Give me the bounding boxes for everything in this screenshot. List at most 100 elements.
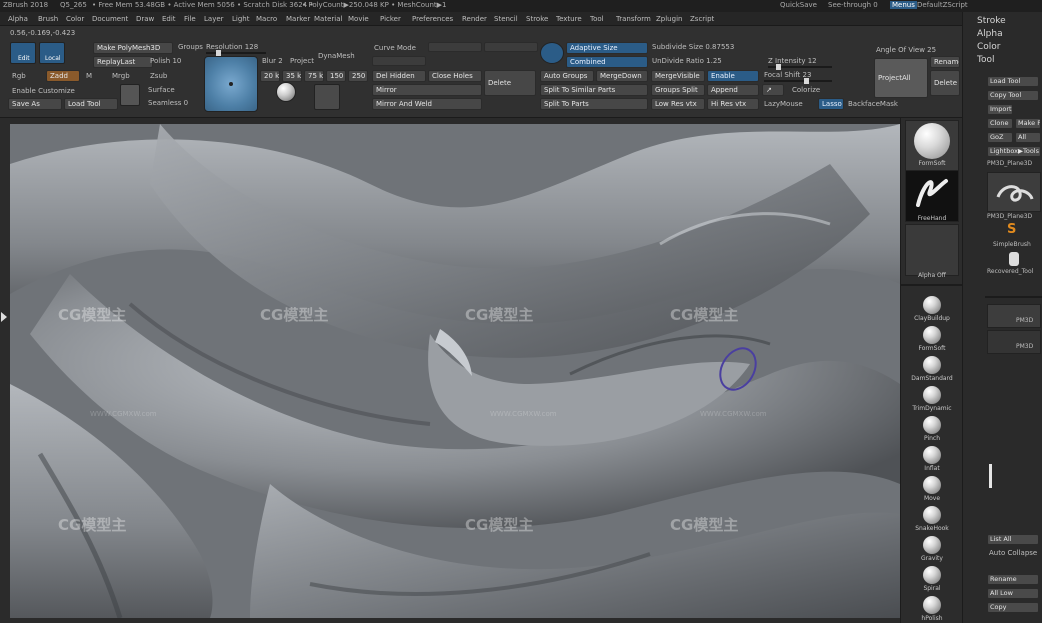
split-similar-button[interactable]: Split To Similar Parts: [540, 84, 648, 96]
load-tool-button[interactable]: Load Tool: [987, 76, 1039, 87]
see-through-slider[interactable]: See-through 0: [828, 1, 878, 9]
curve-slot-2[interactable]: [428, 42, 482, 52]
hi-res-vtx-button[interactable]: Hi Res vtx: [707, 98, 759, 110]
collapse-arrow-icon[interactable]: [1, 312, 7, 322]
menus-toggle[interactable]: Menus: [890, 1, 917, 9]
save-as-button[interactable]: Save As: [8, 98, 62, 110]
subtool-scrollbar[interactable]: [989, 464, 992, 488]
mrgb-toggle[interactable]: Mrgb: [112, 72, 130, 80]
resolution-preset-button[interactable]: 75 k: [304, 70, 324, 82]
local-button[interactable]: Local: [39, 42, 65, 64]
formsoft-brush-icon[interactable]: [923, 326, 941, 344]
damstandard-brush-icon[interactable]: [923, 356, 941, 374]
menu-item-draw[interactable]: Draw: [136, 15, 154, 23]
blur-slider[interactable]: Blur 2: [262, 57, 283, 65]
menu-item-file[interactable]: File: [184, 15, 196, 23]
menu-item-color[interactable]: Color: [66, 15, 84, 23]
trimdynamic-brush-icon[interactable]: [923, 386, 941, 404]
rename-subtool-button[interactable]: Rename: [987, 574, 1039, 585]
curve-slot-1[interactable]: [372, 56, 426, 66]
merge-visible-button[interactable]: MergeVisible: [651, 70, 705, 82]
zsub-toggle[interactable]: Zsub: [150, 72, 167, 80]
subtool-item[interactable]: PM3D: [987, 330, 1041, 354]
menu-item-alpha[interactable]: Alpha: [8, 15, 28, 23]
surface-icon[interactable]: [120, 84, 140, 106]
load-tool-button[interactable]: Load Tool: [64, 98, 118, 110]
split-parts-button[interactable]: Split To Parts: [540, 98, 648, 110]
menu-item-tool[interactable]: Tool: [590, 15, 604, 23]
colorize-label[interactable]: Colorize: [792, 86, 820, 94]
gravity-brush-icon[interactable]: [923, 536, 941, 554]
delete-button[interactable]: Delete: [484, 70, 536, 96]
pinch-brush-icon[interactable]: [923, 416, 941, 434]
make-polymesh-button[interactable]: Make P: [1015, 118, 1041, 129]
material-sphere-icon[interactable]: [276, 82, 296, 102]
menu-item-material[interactable]: Material: [314, 15, 342, 23]
alpha-slot[interactable]: [905, 224, 959, 276]
quicksave-button[interactable]: QuickSave: [780, 1, 817, 9]
polish-slider[interactable]: Polish 10: [150, 57, 181, 65]
default-zscript[interactable]: DefaultZScript: [917, 1, 968, 9]
adaptive-size-button[interactable]: Adaptive Size: [566, 42, 648, 54]
texture-slot[interactable]: [314, 84, 340, 110]
menu-item-picker[interactable]: Picker: [380, 15, 401, 23]
replay-last-button[interactable]: ReplayLast: [93, 56, 153, 68]
rgb-toggle[interactable]: Rgb: [12, 72, 26, 80]
hpolish-brush-icon[interactable]: [923, 596, 941, 614]
goz-button[interactable]: GoZ: [987, 132, 1013, 143]
resolution-preset-button[interactable]: 250 k: [348, 70, 368, 82]
list-all-button[interactable]: List All: [987, 534, 1039, 545]
subtool-item[interactable]: PM3D: [987, 304, 1041, 328]
make-polymesh-button[interactable]: Make PolyMesh3D: [93, 42, 173, 54]
append-button[interactable]: Append: [707, 84, 759, 96]
menu-item-transform[interactable]: Transform: [616, 15, 651, 23]
groups-toggle[interactable]: Groups: [178, 43, 203, 51]
rename-button[interactable]: Rename: [930, 56, 960, 68]
import-button[interactable]: Import: [987, 104, 1013, 115]
menu-item-preferences[interactable]: Preferences: [412, 15, 453, 23]
left-tray[interactable]: [0, 118, 10, 623]
tool-thumbnail-plane3d[interactable]: [987, 172, 1041, 212]
resolution-preset-button[interactable]: 35 k: [282, 70, 302, 82]
alpha-palette-tab[interactable]: Alpha: [977, 29, 1003, 39]
resolution-preset-button[interactable]: 20 k: [260, 70, 280, 82]
menu-item-edit[interactable]: Edit: [162, 15, 176, 23]
color-palette-tab[interactable]: Color: [977, 42, 1001, 52]
spiral-brush-icon[interactable]: [923, 566, 941, 584]
resolution-slider[interactable]: Resolution 128: [206, 43, 258, 51]
close-holes-button[interactable]: Close Holes: [428, 70, 482, 82]
menu-item-render[interactable]: Render: [462, 15, 487, 23]
low-res-vtx-button[interactable]: Low Res vtx: [651, 98, 705, 110]
menu-item-document[interactable]: Document: [92, 15, 128, 23]
project-all-button[interactable]: ProjectAll: [874, 58, 928, 98]
menu-item-marker[interactable]: Marker: [286, 15, 310, 23]
backface-mask-toggle[interactable]: BackfaceMask: [848, 100, 898, 108]
menu-item-light[interactable]: Light: [232, 15, 249, 23]
menu-item-zscript[interactable]: Zscript: [690, 15, 714, 23]
move-brush-icon[interactable]: [923, 476, 941, 494]
menu-item-layer[interactable]: Layer: [204, 15, 224, 23]
edit-button[interactable]: Edit: [10, 42, 36, 64]
sculpt-canvas[interactable]: CG模型主 CG模型主 CG模型主 CG模型主 CG模型主 CG模型主 CG模型…: [10, 124, 900, 618]
lightbox-tools-button[interactable]: Lightbox▶Tools: [987, 146, 1041, 157]
curve-slot-3[interactable]: [484, 42, 538, 52]
inflat-brush-icon[interactable]: [923, 446, 941, 464]
simplebrush-icon[interactable]: S: [1007, 222, 1021, 238]
dynamesh-preview-icon[interactable]: [204, 56, 258, 112]
menu-item-zplugin[interactable]: Zplugin: [656, 15, 682, 23]
stroke-palette-tab[interactable]: Stroke: [977, 16, 1006, 26]
auto-groups-button[interactable]: Auto Groups: [540, 70, 594, 82]
lazymouse-toggle[interactable]: LazyMouse: [764, 100, 803, 108]
clone-button[interactable]: Clone: [987, 118, 1013, 129]
delete-subtool-button[interactable]: Delete: [930, 70, 960, 96]
adaptive-icon[interactable]: [540, 42, 564, 64]
seamless-slider[interactable]: Seamless 0: [148, 99, 188, 107]
groups-split-button[interactable]: Groups Split: [651, 84, 705, 96]
undivide-ratio-slider[interactable]: UnDivide Ratio 1.25: [652, 57, 722, 65]
zadd-toggle[interactable]: Zadd: [46, 70, 80, 82]
merge-down-button[interactable]: MergeDown: [596, 70, 648, 82]
menu-item-macro[interactable]: Macro: [256, 15, 277, 23]
colorize-arrow-icon[interactable]: ↗: [762, 84, 784, 96]
auto-collapse-toggle[interactable]: Auto Collapse: [989, 549, 1037, 557]
del-hidden-button[interactable]: Del Hidden: [372, 70, 426, 82]
